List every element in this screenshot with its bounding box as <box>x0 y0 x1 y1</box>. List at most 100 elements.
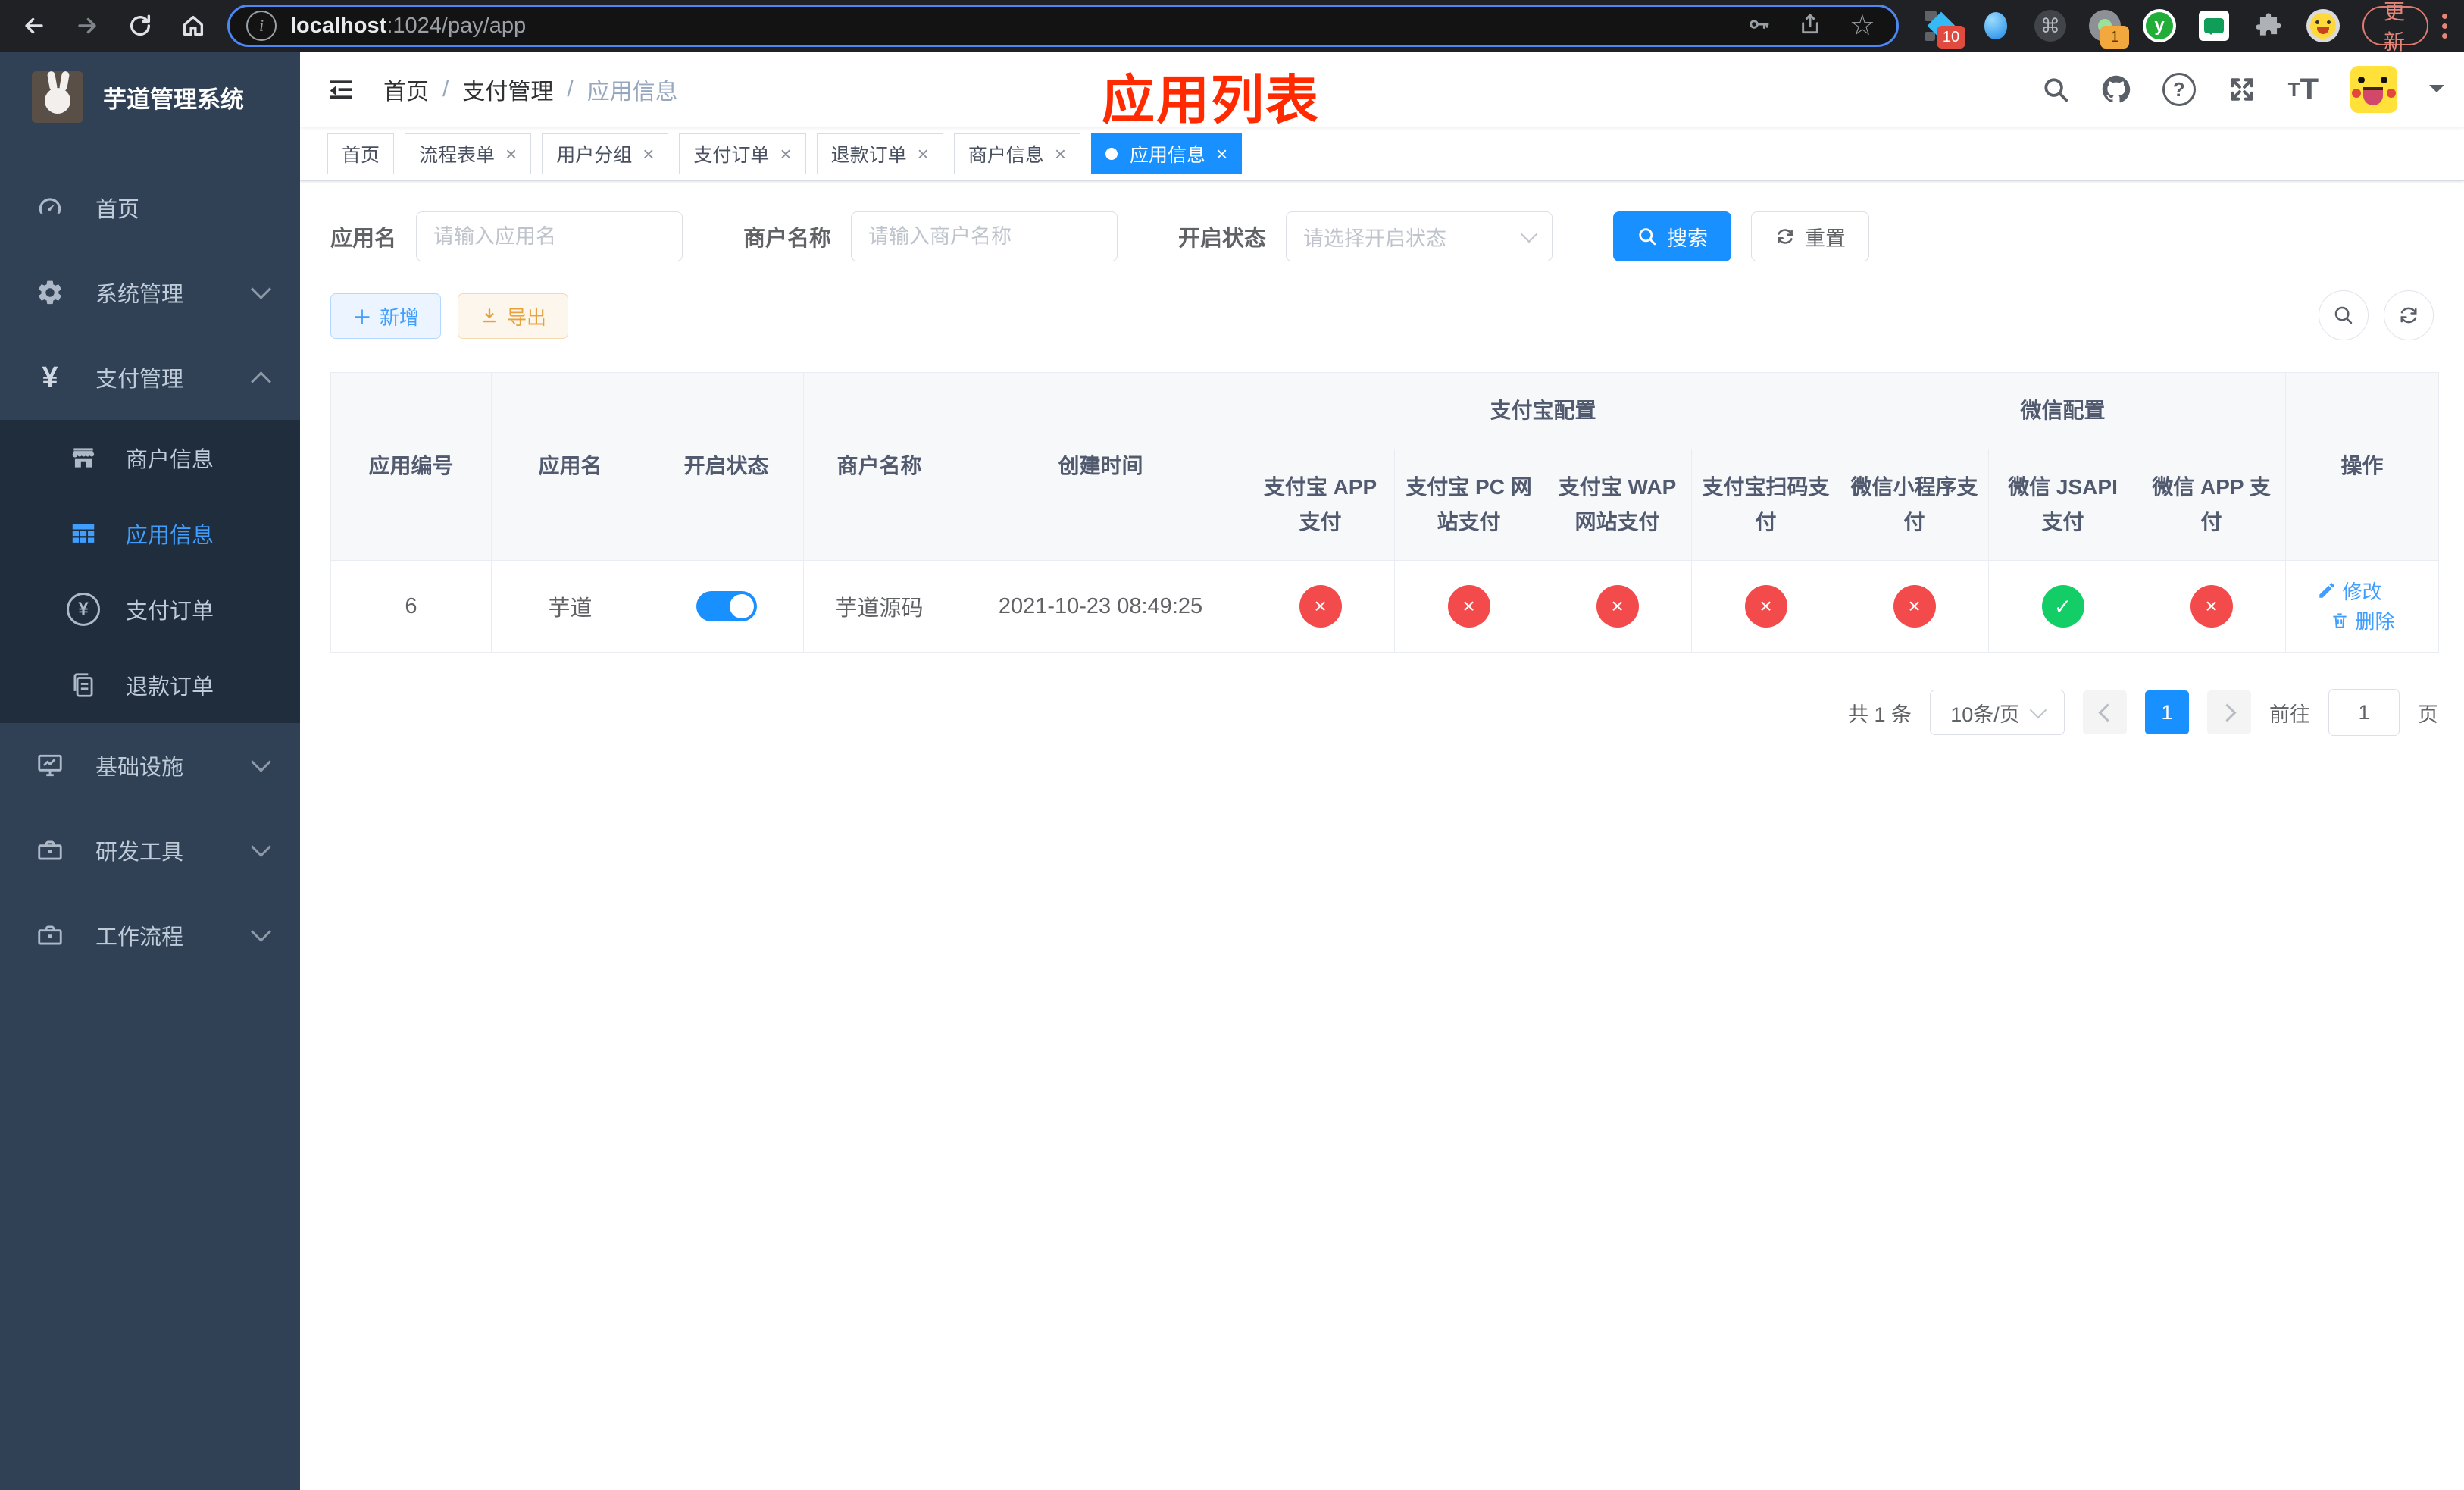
search-button[interactable]: 搜索 <box>1613 211 1732 261</box>
trash-icon <box>2332 612 2347 628</box>
merchant-name-input[interactable] <box>851 211 1118 261</box>
app-name-input[interactable] <box>416 211 683 261</box>
next-page-button[interactable] <box>2207 690 2251 734</box>
cell-created: 2021-10-23 08:49:25 <box>955 560 1246 653</box>
extension-pin-icon[interactable]: 10 <box>1925 9 1965 49</box>
tab-home[interactable]: 首页 <box>327 133 395 174</box>
tab-pay-orders[interactable]: 支付订单 × <box>679 133 806 174</box>
plus-icon: ＋ <box>352 305 373 329</box>
alipay-wap-status-icon[interactable]: × <box>1596 585 1639 628</box>
extension-chat-icon[interactable] <box>2197 9 2231 42</box>
chevron-down-icon <box>251 752 271 772</box>
tab-merchant-info[interactable]: 商户信息 × <box>953 133 1081 174</box>
app-logo-row[interactable]: 芋道管理系统 <box>0 52 300 142</box>
help-icon[interactable]: ? <box>2162 73 2196 106</box>
wx-jsapi-status-icon[interactable]: ✓ <box>2041 585 2084 628</box>
breadcrumb-home[interactable]: 首页 <box>383 73 429 106</box>
browser-menu-icon[interactable] <box>2442 13 2447 39</box>
site-info-icon[interactable]: i <box>246 11 277 41</box>
refresh-table-button[interactable] <box>2384 290 2434 340</box>
forward-icon[interactable] <box>73 11 102 40</box>
home-icon[interactable] <box>179 11 208 40</box>
page-number-1[interactable]: 1 <box>2145 690 2189 734</box>
extension-balloon-icon[interactable] <box>1979 9 2012 42</box>
tab-refund-orders[interactable]: 退款订单 × <box>816 133 943 174</box>
password-key-icon[interactable] <box>1746 12 1771 40</box>
sidebar-item-label: 首页 <box>95 198 140 222</box>
col-header-alipay-wap: 支付宝 WAP 网站支付 <box>1543 449 1692 561</box>
status-toggle[interactable] <box>696 591 757 621</box>
sidebar-item-label: 商户信息 <box>126 448 214 472</box>
font-size-icon[interactable]: T <box>2288 74 2319 105</box>
edit-link[interactable]: 修改 <box>2317 577 2382 605</box>
sidebar-item-payment[interactable]: ¥ 支付管理 <box>0 335 300 420</box>
sidebar-item-app-info[interactable]: 应用信息 <box>0 496 300 571</box>
user-avatar[interactable] <box>2350 66 2397 113</box>
close-icon[interactable]: × <box>1216 144 1227 164</box>
fullscreen-icon[interactable] <box>2228 75 2256 104</box>
table-row: 6 芋道 芋道源码 2021-10-23 08:49:25 × × × × × … <box>330 560 2440 653</box>
url-path: :1024/pay/app <box>386 13 527 38</box>
status-select[interactable]: 请选择开启状态 <box>1286 211 1553 261</box>
delete-link[interactable]: 删除 <box>2330 606 2395 634</box>
filter-form: 应用名 商户名称 开启状态 请选择开启状态 搜索 重置 <box>330 211 2434 261</box>
sidebar-item-refund-orders[interactable]: 退款订单 <box>0 647 300 723</box>
alipay-qr-status-icon[interactable]: × <box>1744 585 1787 628</box>
sidebar-fold-icon[interactable] <box>324 73 358 106</box>
close-icon[interactable]: × <box>780 144 791 164</box>
close-icon[interactable]: × <box>1055 144 1066 164</box>
breadcrumb-payment[interactable]: 支付管理 <box>462 73 553 106</box>
sidebar: 芋道管理系统 首页 系统管理 ¥ 支付管理 商户信息 应用信息 ¥ 支付订单 退… <box>0 52 300 1490</box>
prev-page-button[interactable] <box>2083 690 2127 734</box>
add-button[interactable]: ＋ 新增 <box>330 293 442 339</box>
address-bar-actions: ☆ <box>1746 11 1875 40</box>
sidebar-item-home[interactable]: 首页 <box>0 165 300 250</box>
wx-mini-status-icon[interactable]: × <box>1893 585 1936 628</box>
github-icon[interactable] <box>2102 75 2131 104</box>
close-icon[interactable]: × <box>918 144 929 164</box>
chrome-update-button[interactable]: 更新 <box>2362 0 2428 54</box>
close-icon[interactable]: × <box>505 144 517 164</box>
search-icon[interactable] <box>2041 75 2070 104</box>
profile-avatar-icon[interactable] <box>2306 9 2340 42</box>
browser-toolbar: i localhost:1024/pay/app ☆ 10 ⌘ 1 y 更新 <box>0 0 2464 54</box>
extension-y-icon[interactable]: y <box>2143 9 2176 42</box>
extension-recorder-icon[interactable]: 1 <box>2088 9 2129 49</box>
sidebar-item-system[interactable]: 系统管理 <box>0 250 300 335</box>
edit-pen-icon <box>2319 583 2334 598</box>
sidebar-item-workflow[interactable]: 工作流程 <box>0 893 300 978</box>
back-icon[interactable] <box>20 11 48 40</box>
breadcrumb: 首页 / 支付管理 / 应用信息 <box>383 73 678 106</box>
wx-app-status-icon[interactable]: × <box>2190 585 2233 628</box>
col-header-alipay-app: 支付宝 APP 支付 <box>1246 449 1395 561</box>
col-header-created: 创建时间 <box>955 372 1246 561</box>
share-icon[interactable] <box>1798 12 1822 40</box>
table-toolbar: ＋ 新增 导出 <box>330 290 2434 340</box>
cell-status <box>649 560 804 653</box>
sidebar-item-pay-orders[interactable]: ¥ 支付订单 <box>0 571 300 647</box>
sidebar-item-merchant-info[interactable]: 商户信息 <box>0 420 300 496</box>
url-text[interactable]: localhost:1024/pay/app <box>290 14 1746 39</box>
sidebar-item-infra[interactable]: 基础设施 <box>0 723 300 808</box>
avatar-caret-icon[interactable] <box>2429 85 2444 100</box>
close-icon[interactable]: × <box>643 144 654 164</box>
address-bar[interactable]: i localhost:1024/pay/app ☆ <box>227 5 1899 47</box>
hide-search-button[interactable] <box>2319 290 2369 340</box>
reset-button[interactable]: 重置 <box>1751 211 1870 261</box>
tab-process-form[interactable]: 流程表单 × <box>405 133 532 174</box>
app-window: i localhost:1024/pay/app ☆ 10 ⌘ 1 y 更新 芋… <box>0 0 2464 1490</box>
chevron-down-icon <box>2029 701 2047 719</box>
page-size-select[interactable]: 10条/页 <box>1930 690 2065 735</box>
tab-user-group[interactable]: 用户分组 × <box>542 133 669 174</box>
goto-page-input[interactable] <box>2328 689 2400 736</box>
group-header-wechat: 微信配置 <box>1840 372 2287 449</box>
extensions-puzzle-icon[interactable] <box>2252 9 2285 42</box>
bookmark-star-icon[interactable]: ☆ <box>1850 11 1875 40</box>
extension-command-icon[interactable]: ⌘ <box>2034 9 2067 42</box>
alipay-pc-status-icon[interactable]: × <box>1447 585 1490 628</box>
sidebar-item-dev-tools[interactable]: 研发工具 <box>0 808 300 893</box>
export-button[interactable]: 导出 <box>458 293 569 339</box>
tab-app-info[interactable]: 应用信息 × <box>1091 133 1243 174</box>
alipay-app-status-icon[interactable]: × <box>1299 585 1342 628</box>
reload-icon[interactable] <box>126 11 155 40</box>
